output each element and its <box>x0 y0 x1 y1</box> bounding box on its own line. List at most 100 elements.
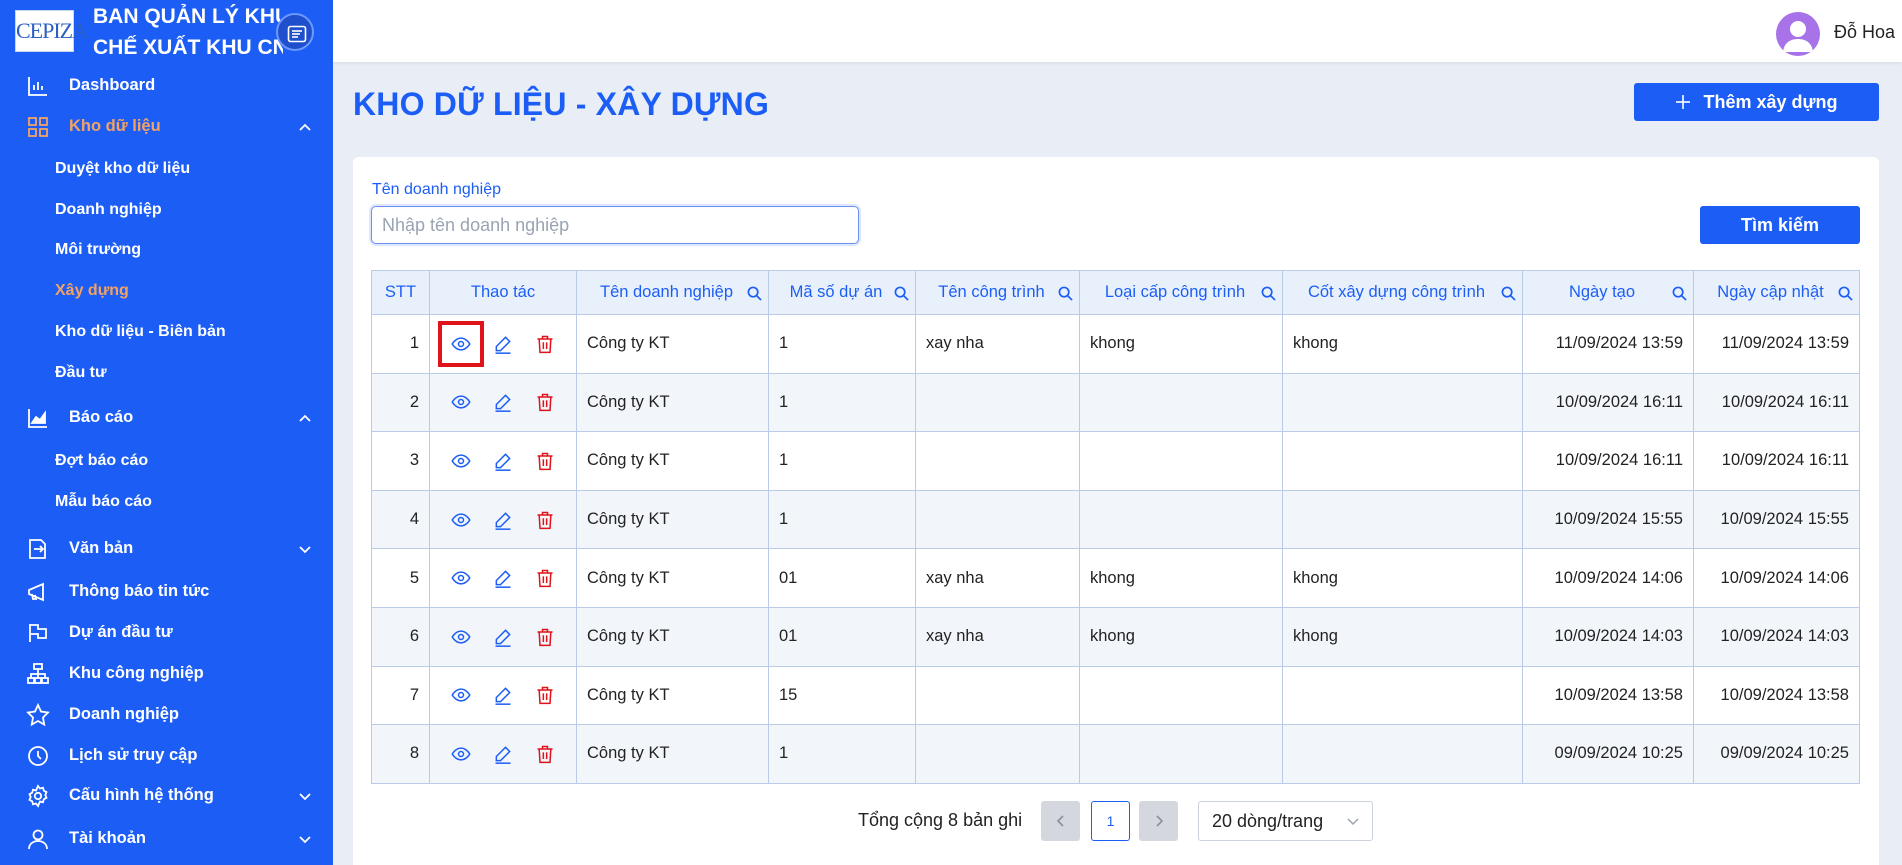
column-header-label: STT <box>384 283 417 301</box>
search-icon[interactable] <box>1501 286 1516 301</box>
search-icon[interactable] <box>1261 286 1276 301</box>
menu-collapse-button[interactable] <box>276 13 314 51</box>
sidebar-subitem-review-data[interactable]: Duyệt kho dữ liệu <box>55 160 190 178</box>
delete-icon[interactable] <box>534 509 556 531</box>
delete-icon[interactable] <box>534 684 556 706</box>
sidebar-item-system-config[interactable]: Cấu hình hệ thống <box>0 776 333 814</box>
cell-project-code: 1 <box>768 724 916 784</box>
view-icon[interactable] <box>450 567 472 589</box>
sidebar-subitem-environment[interactable]: Môi trường <box>55 241 141 259</box>
search-icon[interactable] <box>1058 286 1073 301</box>
cell-created: 10/09/2024 14:03 <box>1522 606 1694 667</box>
edit-icon[interactable] <box>492 626 514 648</box>
cell-stt: 4 <box>371 489 430 550</box>
cell-work-name <box>915 665 1080 726</box>
add-construction-label: Thêm xây dựng <box>1703 91 1838 112</box>
sidebar-subitem-minutes[interactable]: Kho dữ liệu - Biên bản <box>55 323 226 341</box>
sidebar-item-access-history[interactable]: Lịch sử truy cập <box>0 736 333 774</box>
edit-icon[interactable] <box>492 333 514 355</box>
delete-icon[interactable] <box>534 333 556 355</box>
delete-icon[interactable] <box>534 450 556 472</box>
star-icon <box>26 703 50 727</box>
search-icon[interactable] <box>747 286 762 301</box>
avatar[interactable] <box>1776 12 1820 56</box>
view-icon[interactable] <box>450 391 472 413</box>
megaphone-icon <box>28 582 44 602</box>
view-icon[interactable] <box>450 684 472 706</box>
cell-actions <box>429 665 577 726</box>
sidebar-item-account[interactable]: Tài khoản <box>0 819 333 857</box>
cell-work-name: xay nha <box>915 548 1080 608</box>
cell-work-level <box>1079 724 1283 784</box>
sidebar-item-dashboard[interactable]: Dashboard <box>0 66 333 104</box>
table-row: 1 Công ty KT 1 xay nha khong khong 11/09/2024 … <box>371 314 1860 374</box>
sidebar-item-data-warehouse[interactable]: Kho dữ liệu <box>0 107 333 145</box>
delete-icon[interactable] <box>534 391 556 413</box>
edit-icon[interactable] <box>492 567 514 589</box>
column-header-label: Loại cấp công trình <box>1104 283 1246 301</box>
page-size-select[interactable]: 20 dòng/trang <box>1198 801 1373 841</box>
page-number-button[interactable]: 1 <box>1091 801 1130 841</box>
delete-icon[interactable] <box>534 743 556 765</box>
view-icon[interactable] <box>438 320 484 367</box>
cell-actions <box>429 372 577 433</box>
table-header-row: STT Thao tác Tên doanh nghiệp Mã số dự á… <box>371 270 1860 315</box>
cell-company: Công ty KT <box>576 489 769 550</box>
add-construction-button[interactable]: Thêm xây dựng <box>1634 83 1879 121</box>
top-bar <box>333 0 1902 62</box>
cell-stt: 7 <box>371 665 430 726</box>
sidebar-item-industrial-zones[interactable]: Khu công nghiệp <box>0 654 333 692</box>
sidebar-subitem-construction[interactable]: Xây dựng <box>55 282 129 300</box>
sidebar-item-documents[interactable]: Văn bản <box>0 529 333 567</box>
grid-icon <box>28 117 48 137</box>
bar-chart-icon <box>28 77 47 96</box>
next-page-button[interactable] <box>1139 801 1178 841</box>
cell-project-code: 1 <box>768 431 916 491</box>
cell-project-code: 1 <box>768 314 916 374</box>
edit-icon[interactable] <box>492 391 514 413</box>
search-icon[interactable] <box>1838 286 1853 301</box>
sidebar-item-label: Khu công nghiệp <box>69 664 204 682</box>
view-icon[interactable] <box>450 626 472 648</box>
edit-icon[interactable] <box>492 450 514 472</box>
sidebar-subitem-report-templates[interactable]: Mẫu báo cáo <box>55 493 152 511</box>
cell-project-code: 01 <box>768 548 916 608</box>
delete-icon[interactable] <box>534 626 556 648</box>
cell-actions <box>429 431 577 491</box>
search-icon[interactable] <box>894 286 909 301</box>
column-header-label: Ngày tạo <box>1568 283 1636 301</box>
sidebar-item-enterprises[interactable]: Doanh nghiệp <box>0 695 333 733</box>
edit-icon[interactable] <box>492 743 514 765</box>
company-name-input[interactable] <box>371 206 859 244</box>
sidebar-subitem-enterprise[interactable]: Doanh nghiệp <box>55 201 162 219</box>
search-button[interactable]: Tìm kiếm <box>1700 206 1860 244</box>
page-title: KHO DỮ LIỆU - XÂY DỰNG <box>353 86 770 122</box>
table-row: 8 Công ty KT 1 09/09/2024 10:25 09/09/2024 1… <box>371 724 1860 784</box>
prev-page-button[interactable] <box>1041 801 1080 841</box>
delete-icon[interactable] <box>534 567 556 589</box>
chevron-down-icon <box>1347 818 1359 826</box>
sidebar-item-reports[interactable]: Báo cáo <box>0 398 333 436</box>
view-icon[interactable] <box>450 509 472 531</box>
cell-work-name: xay nha <box>915 314 1080 374</box>
sidebar: CEPIZA BAN QUẢN LÝ KHU CHẾ XUẤT KHU CN D… <box>0 0 333 865</box>
cell-work-level <box>1079 372 1283 433</box>
gear-icon <box>28 784 48 808</box>
clock-icon <box>28 746 48 766</box>
column-header-created: Ngày tạo <box>1522 270 1694 315</box>
view-icon[interactable] <box>450 450 472 472</box>
cell-created: 10/09/2024 15:55 <box>1522 489 1694 550</box>
cell-stt: 8 <box>371 724 430 784</box>
edit-icon[interactable] <box>492 684 514 706</box>
sidebar-item-news[interactable]: Thông báo tin tức <box>0 572 333 610</box>
sidebar-subitem-investment[interactable]: Đầu tư <box>55 364 107 382</box>
view-icon[interactable] <box>450 743 472 765</box>
brand-title-line2: CHẾ XUẤT KHU CN <box>93 36 283 59</box>
username[interactable]: Đỗ Hoa <box>1834 22 1895 43</box>
cell-created: 11/09/2024 13:59 <box>1522 314 1694 374</box>
sidebar-subitem-report-periods[interactable]: Đợt báo cáo <box>55 452 148 470</box>
cell-elevation <box>1282 431 1523 491</box>
search-icon[interactable] <box>1672 286 1687 301</box>
sidebar-item-investment-projects[interactable]: Dự án đầu tư <box>0 613 333 651</box>
edit-icon[interactable] <box>492 509 514 531</box>
